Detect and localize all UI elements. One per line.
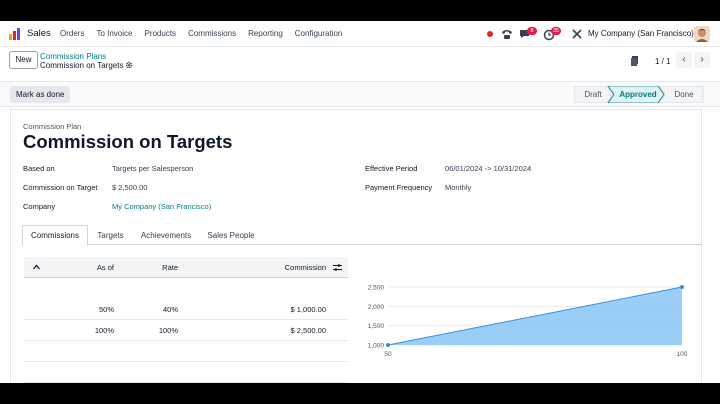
company-switcher[interactable]: My Company (San Francisco) (588, 29, 694, 38)
chevron-left-icon: ‹ (682, 54, 686, 65)
commission-table-header: As of Rate Commission (24, 257, 348, 278)
stage-draft[interactable]: Draft (578, 86, 608, 103)
menu-products[interactable]: Products (144, 29, 176, 38)
page-title[interactable]: Commission on Targets (23, 131, 232, 153)
based-on-field[interactable]: Targets per Salesperson (112, 164, 193, 173)
empty-row (24, 362, 348, 383)
pager-previous-button[interactable]: ‹ (676, 52, 692, 68)
commission-target-field[interactable]: $ 2,500.00 (112, 183, 147, 192)
effective-period-field[interactable]: 06/01/2024 -> 10/31/2024 (445, 164, 531, 173)
chart-y-tick-label: 2,500 (368, 285, 385, 292)
sort-up-icon[interactable] (33, 264, 40, 270)
menu-configuration[interactable]: Configuration (295, 29, 343, 38)
notebook-tabs: Commissions Targets Achievements Sales P… (22, 225, 702, 246)
effective-period-label: Effective Period (365, 164, 418, 173)
header-as-of[interactable]: As of (97, 263, 114, 272)
menu-orders[interactable]: Orders (60, 29, 84, 38)
cell-as-of[interactable]: 100% (95, 326, 114, 335)
main-menu: Orders To Invoice Products Commissions R… (60, 29, 342, 38)
chart-point (680, 285, 684, 289)
mark-as-done-button[interactable]: Mark as done (10, 86, 71, 103)
tab-sales-people[interactable]: Sales People (200, 225, 262, 246)
cell-rate[interactable]: 40% (163, 305, 178, 314)
chart-x-tick-label: 50 (384, 351, 392, 358)
phone-icon[interactable] (500, 27, 514, 41)
user-avatar[interactable] (694, 26, 710, 42)
table-row[interactable]: 100% 100% $ 2,500.00 (24, 320, 348, 341)
cell-commission[interactable]: $ 2,500.00 (291, 326, 326, 335)
header-commission[interactable]: Commission (285, 263, 326, 272)
chart-y-tick-label: 1,500 (368, 323, 385, 330)
recording-dot-icon[interactable] (487, 31, 493, 37)
breadcrumb-commission-plans[interactable]: Commission Plans (40, 52, 106, 61)
company-field[interactable]: My Company (San Francisco) (112, 202, 211, 211)
menu-reporting[interactable]: Reporting (248, 29, 283, 38)
table-row[interactable]: 50% 40% $ 1,000.00 (24, 299, 348, 320)
document-icon[interactable] (631, 56, 639, 66)
plan-label: Commission Plan (23, 122, 82, 131)
commission-target-label: Commission on Target (23, 183, 98, 192)
cell-rate[interactable]: 100% (159, 326, 178, 335)
column-options-icon[interactable] (333, 263, 342, 272)
chevron-right-icon: › (700, 54, 704, 65)
new-button[interactable]: New (9, 51, 38, 69)
menu-to-invoice[interactable]: To Invoice (96, 29, 132, 38)
tab-targets[interactable]: Targets (89, 225, 132, 246)
cell-as-of[interactable]: 50% (99, 305, 114, 314)
pager-value[interactable]: 1 / 1 (655, 57, 671, 66)
menu-commissions[interactable]: Commissions (188, 29, 236, 38)
header-rate[interactable]: Rate (162, 263, 178, 272)
tab-commissions[interactable]: Commissions (22, 225, 88, 246)
status-bar: Mark as done Draft Approved Done (0, 81, 720, 107)
activities-badge: 35 (551, 27, 562, 35)
pager-next-button[interactable]: › (694, 52, 710, 68)
chart-y-tick-label: 1,000 (368, 343, 385, 350)
sales-app-icon[interactable] (9, 28, 21, 40)
chart-x-tick-label: 100 (677, 351, 688, 358)
messages-badge: 8 (527, 27, 537, 35)
stage-done[interactable]: Done (666, 86, 702, 103)
commission-chart: 1,000 1,500 2,000 2,500 50 100 (368, 285, 688, 359)
app-brand[interactable]: Sales (27, 28, 51, 39)
payment-frequency-field[interactable]: Monthly (445, 183, 471, 192)
empty-row (24, 341, 348, 362)
tools-icon[interactable] (571, 27, 583, 41)
breadcrumb-current: Commission on Targets (40, 61, 124, 70)
gear-icon[interactable] (125, 61, 133, 69)
company-label: Company (23, 202, 56, 211)
chart-y-tick-label: 2,000 (368, 304, 385, 311)
app-frame: Sales Orders To Invoice Products Commiss… (0, 21, 720, 383)
stage-approved[interactable]: Approved (614, 86, 662, 103)
payment-frequency-label: Payment Frequency (365, 183, 433, 192)
based-on-label: Based on (23, 164, 55, 173)
cell-commission[interactable]: $ 1,000.00 (291, 305, 326, 314)
tab-achievements[interactable]: Achievements (133, 225, 199, 246)
chart-point (386, 343, 390, 347)
top-navbar: Sales Orders To Invoice Products Commiss… (0, 21, 720, 47)
